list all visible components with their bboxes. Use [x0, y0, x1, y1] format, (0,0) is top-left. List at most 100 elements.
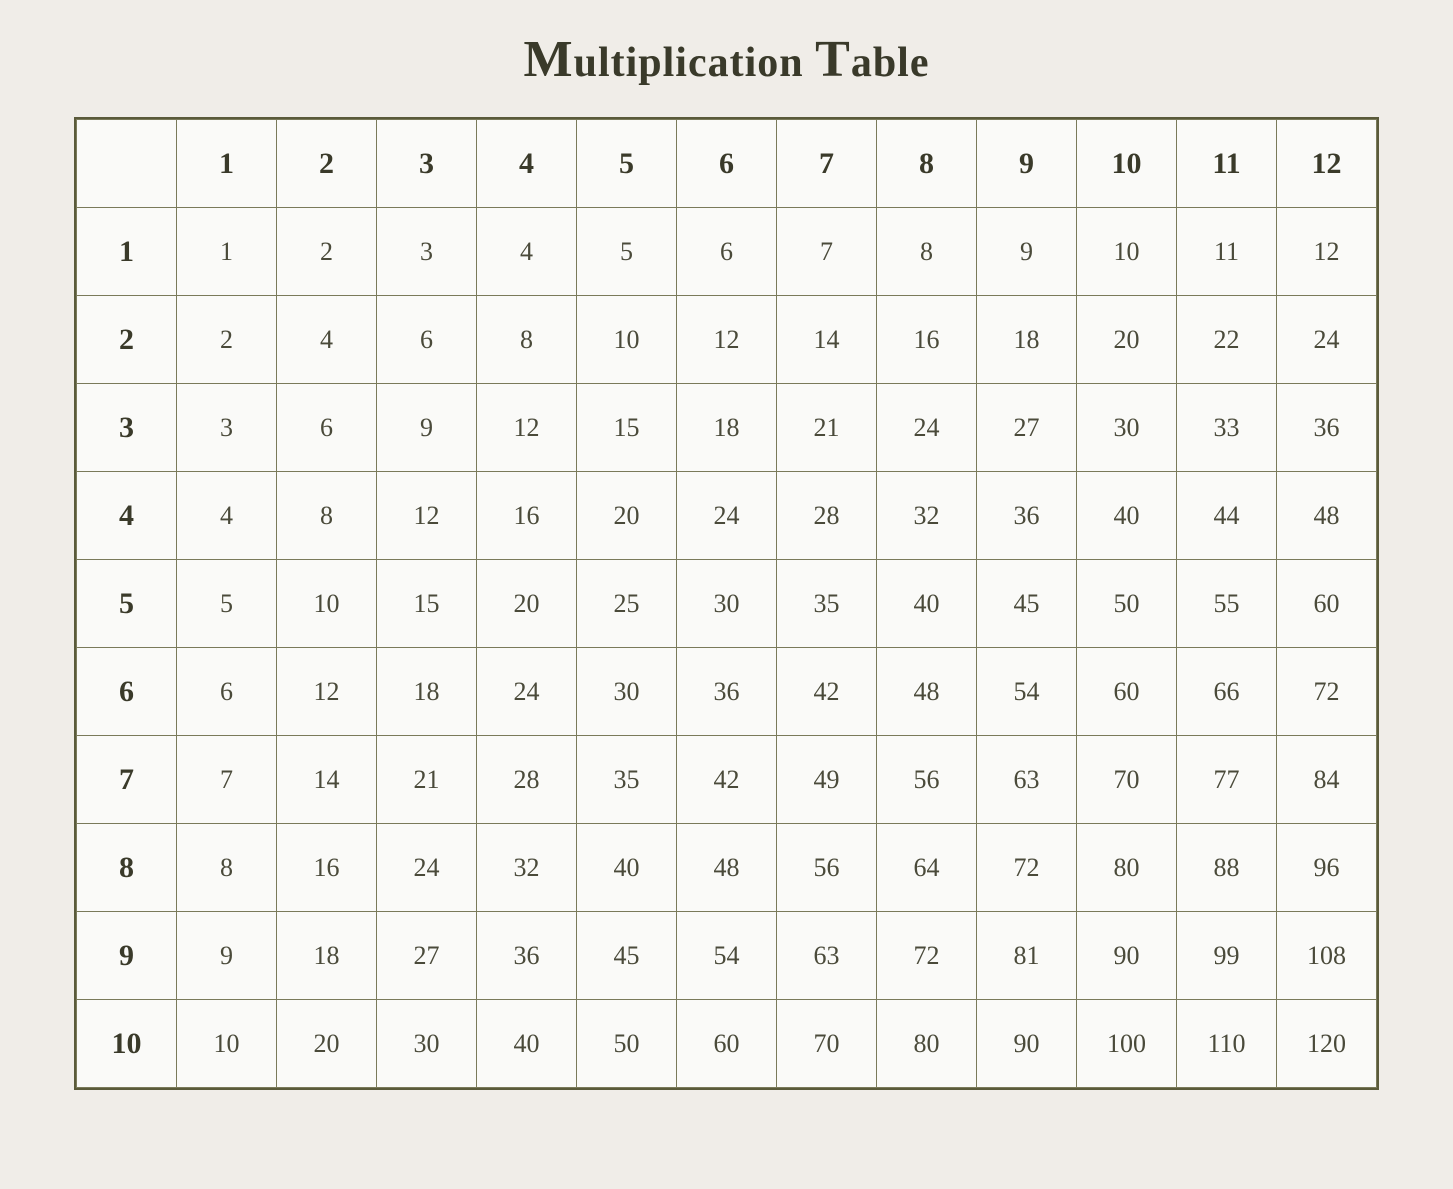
- cell-7-10: 70: [1077, 736, 1177, 824]
- cell-3-8: 24: [877, 384, 977, 472]
- cell-5-1: 5: [177, 560, 277, 648]
- cell-1-6: 6: [677, 208, 777, 296]
- cell-4-12: 48: [1277, 472, 1377, 560]
- cell-5-4: 20: [477, 560, 577, 648]
- cell-3-9: 27: [977, 384, 1077, 472]
- row-header-8: 8: [77, 824, 177, 912]
- table-row: 551015202530354045505560: [77, 560, 1377, 648]
- cell-7-3: 21: [377, 736, 477, 824]
- cell-10-1: 10: [177, 1000, 277, 1088]
- cell-7-8: 56: [877, 736, 977, 824]
- multiplication-table: 1234567891011121123456789101112224681012…: [76, 119, 1377, 1088]
- cell-7-2: 14: [277, 736, 377, 824]
- col-header-8: 8: [877, 120, 977, 208]
- title-rest: ultiplication: [574, 40, 816, 86]
- table-row: 9918273645546372819099108: [77, 912, 1377, 1000]
- cell-5-3: 15: [377, 560, 477, 648]
- cell-6-6: 36: [677, 648, 777, 736]
- col-header-6: 6: [677, 120, 777, 208]
- cell-2-7: 14: [777, 296, 877, 384]
- cell-10-9: 90: [977, 1000, 1077, 1088]
- row-header-7: 7: [77, 736, 177, 824]
- cell-7-9: 63: [977, 736, 1077, 824]
- cell-6-12: 72: [1277, 648, 1377, 736]
- title-T: T: [815, 31, 851, 88]
- col-header-1: 1: [177, 120, 277, 208]
- row-header-6: 6: [77, 648, 177, 736]
- cell-1-1: 1: [177, 208, 277, 296]
- cell-4-1: 4: [177, 472, 277, 560]
- cell-3-2: 6: [277, 384, 377, 472]
- cell-8-7: 56: [777, 824, 877, 912]
- cell-5-2: 10: [277, 560, 377, 648]
- cell-4-5: 20: [577, 472, 677, 560]
- cell-1-7: 7: [777, 208, 877, 296]
- cell-2-8: 16: [877, 296, 977, 384]
- cell-2-10: 20: [1077, 296, 1177, 384]
- cell-9-8: 72: [877, 912, 977, 1000]
- table-row: 3369121518212427303336: [77, 384, 1377, 472]
- cell-6-2: 12: [277, 648, 377, 736]
- col-header-9: 9: [977, 120, 1077, 208]
- cell-5-7: 35: [777, 560, 877, 648]
- cell-9-4: 36: [477, 912, 577, 1000]
- cell-9-10: 90: [1077, 912, 1177, 1000]
- cell-1-9: 9: [977, 208, 1077, 296]
- table-row: 224681012141618202224: [77, 296, 1377, 384]
- table-row: 44812162024283236404448: [77, 472, 1377, 560]
- cell-2-5: 10: [577, 296, 677, 384]
- cell-8-1: 8: [177, 824, 277, 912]
- row-header-4: 4: [77, 472, 177, 560]
- row-header-5: 5: [77, 560, 177, 648]
- cell-10-10: 100: [1077, 1000, 1177, 1088]
- cell-4-2: 8: [277, 472, 377, 560]
- col-header-11: 11: [1177, 120, 1277, 208]
- col-header-3: 3: [377, 120, 477, 208]
- table-row: 771421283542495663707784: [77, 736, 1377, 824]
- cell-4-8: 32: [877, 472, 977, 560]
- cell-8-10: 80: [1077, 824, 1177, 912]
- cell-3-10: 30: [1077, 384, 1177, 472]
- col-header-2: 2: [277, 120, 377, 208]
- cell-7-7: 49: [777, 736, 877, 824]
- cell-6-4: 24: [477, 648, 577, 736]
- cell-8-9: 72: [977, 824, 1077, 912]
- cell-4-10: 40: [1077, 472, 1177, 560]
- cell-9-6: 54: [677, 912, 777, 1000]
- cell-8-8: 64: [877, 824, 977, 912]
- cell-10-11: 110: [1177, 1000, 1277, 1088]
- cell-8-6: 48: [677, 824, 777, 912]
- cell-9-1: 9: [177, 912, 277, 1000]
- cell-2-3: 6: [377, 296, 477, 384]
- cell-7-4: 28: [477, 736, 577, 824]
- col-header-12: 12: [1277, 120, 1377, 208]
- cell-9-2: 18: [277, 912, 377, 1000]
- cell-4-9: 36: [977, 472, 1077, 560]
- cell-6-11: 66: [1177, 648, 1277, 736]
- table-row: 1123456789101112: [77, 208, 1377, 296]
- cell-4-3: 12: [377, 472, 477, 560]
- cell-4-4: 16: [477, 472, 577, 560]
- cell-3-3: 9: [377, 384, 477, 472]
- cell-10-3: 30: [377, 1000, 477, 1088]
- table-row: 661218243036424854606672: [77, 648, 1377, 736]
- cell-8-5: 40: [577, 824, 677, 912]
- cell-7-12: 84: [1277, 736, 1377, 824]
- cell-10-2: 20: [277, 1000, 377, 1088]
- cell-2-9: 18: [977, 296, 1077, 384]
- cell-1-8: 8: [877, 208, 977, 296]
- cell-2-11: 22: [1177, 296, 1277, 384]
- cell-6-1: 6: [177, 648, 277, 736]
- cell-5-10: 50: [1077, 560, 1177, 648]
- cell-1-2: 2: [277, 208, 377, 296]
- cell-6-7: 42: [777, 648, 877, 736]
- cell-7-1: 7: [177, 736, 277, 824]
- cell-4-6: 24: [677, 472, 777, 560]
- cell-10-4: 40: [477, 1000, 577, 1088]
- cell-3-11: 33: [1177, 384, 1277, 472]
- cell-9-3: 27: [377, 912, 477, 1000]
- cell-4-11: 44: [1177, 472, 1277, 560]
- cell-8-12: 96: [1277, 824, 1377, 912]
- table-row: 881624324048566472808896: [77, 824, 1377, 912]
- row-header-3: 3: [77, 384, 177, 472]
